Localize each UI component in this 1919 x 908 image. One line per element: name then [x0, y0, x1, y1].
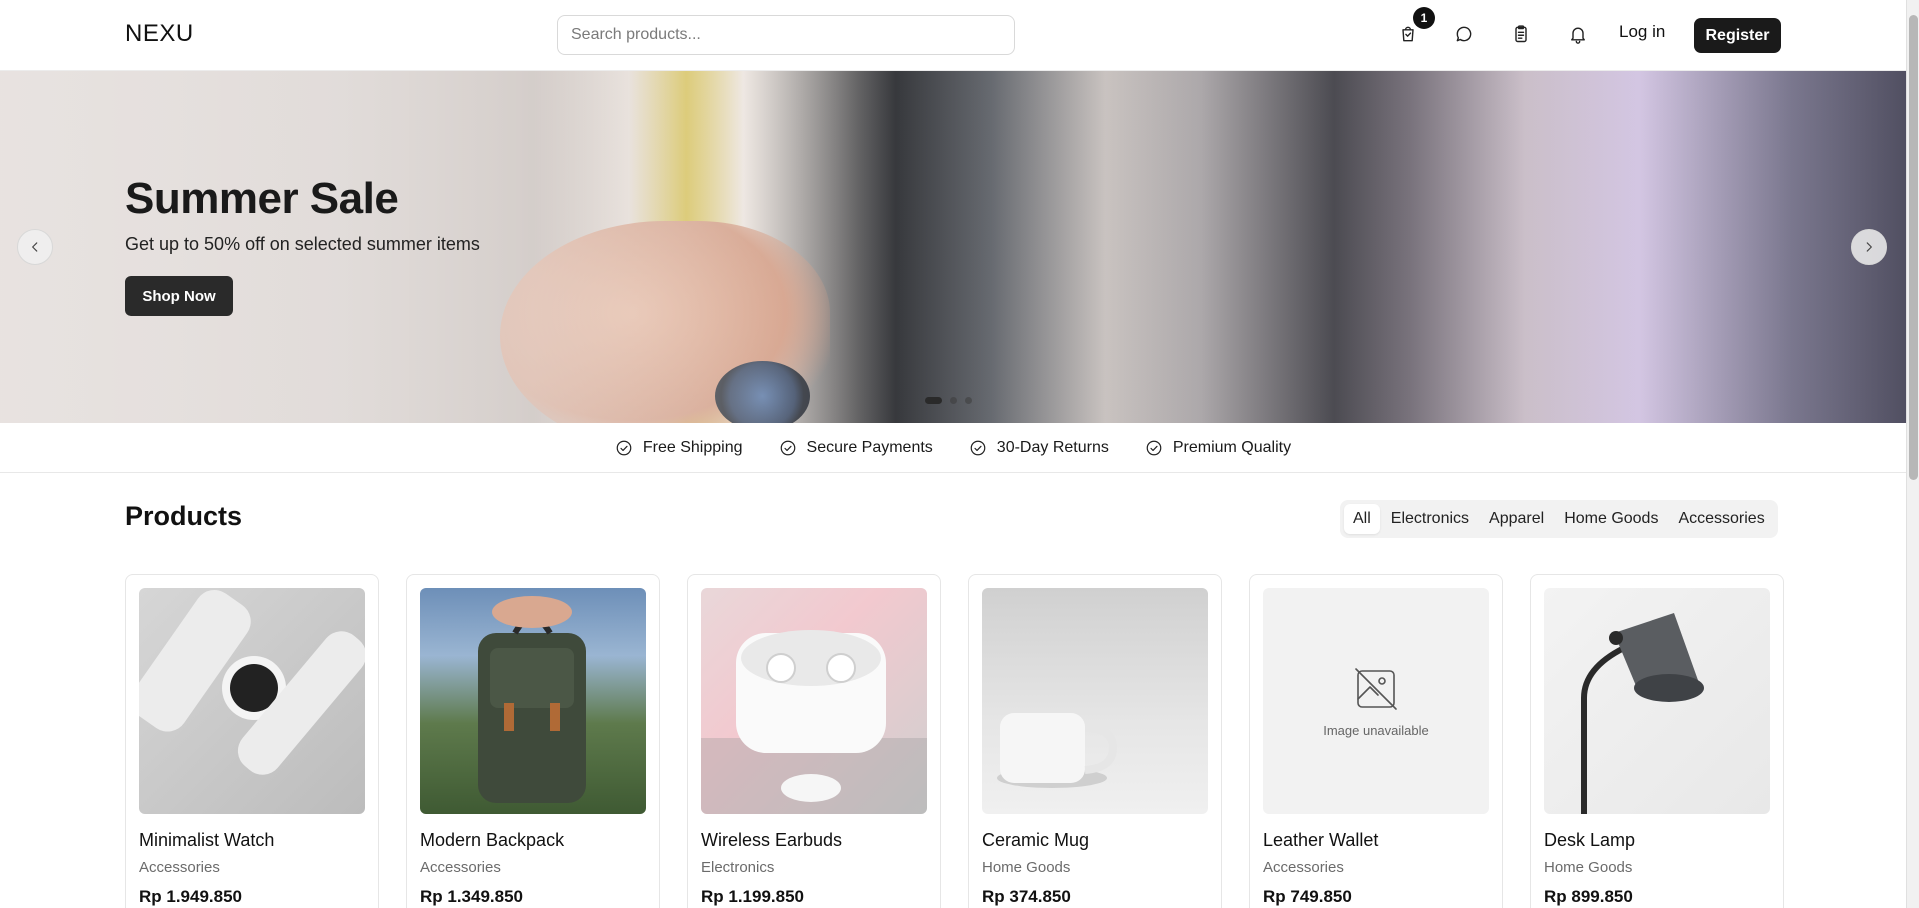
product-card[interactable]: Desk Lamp Home Goods Rp 899.850: [1530, 574, 1784, 908]
product-category: Home Goods: [1544, 859, 1633, 876]
product-category: Electronics: [701, 859, 775, 876]
check-circle-icon: [780, 440, 795, 455]
feature-label: Free Shipping: [642, 438, 743, 456]
feature-label: Premium Quality: [1172, 438, 1292, 456]
check-circle-icon: [1146, 440, 1162, 455]
watch-image: [139, 589, 365, 775]
product-name[interactable]: Ceramic Mug: [982, 830, 1089, 851]
filter-tab-accessories[interactable]: Accessories: [1669, 504, 1773, 534]
product-price: Rp 1.199.850: [701, 887, 805, 906]
carousel-dot-3[interactable]: [965, 397, 972, 404]
product-category: Accessories: [139, 859, 220, 876]
hero-title: Summer Sale: [125, 174, 399, 223]
product-card[interactable]: Wireless Earbuds Electronics Rp 1.199.85…: [687, 574, 941, 908]
brand-logo[interactable]: NEXU: [125, 20, 194, 48]
chat-icon[interactable]: [1452, 22, 1476, 46]
check-circle-icon: [616, 440, 632, 455]
feature-label: Secure Payments: [806, 438, 933, 456]
filter-tab-electronics[interactable]: Electronics: [1382, 504, 1478, 534]
products-heading: Products: [125, 501, 243, 531]
product-name[interactable]: Desk Lamp: [1544, 830, 1635, 851]
product-price: Rp 749.850: [1263, 887, 1352, 906]
carousel-dot-1[interactable]: [925, 397, 942, 404]
register-button[interactable]: Register: [1694, 18, 1781, 53]
carousel-indicators: [925, 397, 972, 404]
product-image[interactable]: [1544, 588, 1770, 814]
shop-now-button[interactable]: Shop Now: [125, 276, 233, 316]
chevron-right-icon: [1866, 242, 1872, 252]
product-grid: Minimalist Watch Accessories Rp 1.949.85…: [125, 574, 1784, 908]
product-category: Accessories: [1263, 859, 1344, 876]
category-filter-tabs: All Electronics Apparel Home Goods Acces…: [1340, 500, 1778, 538]
product-category: Home Goods: [982, 859, 1071, 876]
feature-label: 30-Day Returns: [996, 438, 1109, 456]
bell-icon[interactable]: [1566, 22, 1590, 46]
product-name[interactable]: Minimalist Watch: [139, 830, 274, 851]
feature-30-day-returns: 30-Day Returns: [969, 439, 1109, 457]
backpack-image: [478, 596, 586, 803]
search-input[interactable]: [557, 15, 1015, 55]
product-card[interactable]: Minimalist Watch Accessories Rp 1.949.85…: [125, 574, 379, 908]
hero-subtitle: Get up to 50% off on selected summer ite…: [125, 234, 480, 254]
earbuds-image: [701, 630, 927, 814]
login-link[interactable]: Log in: [1619, 22, 1665, 42]
features-bar: Free Shipping Secure Payments 30-Day Ret…: [0, 423, 1906, 473]
chevron-left-icon: [32, 242, 38, 252]
product-name[interactable]: Wireless Earbuds: [701, 830, 842, 851]
lamp-image: [1581, 613, 1704, 814]
product-price: Rp 1.349.850: [420, 887, 524, 906]
filter-tab-home-goods[interactable]: Home Goods: [1555, 504, 1667, 534]
check-circle-icon: [970, 440, 986, 455]
product-image[interactable]: [420, 588, 646, 814]
product-image[interactable]: [701, 588, 927, 814]
product-price: Rp 1.949.850: [139, 887, 243, 906]
site-header: NEXU 1 Log in Register: [0, 0, 1906, 71]
image-unavailable-text: Image unavailable: [1323, 722, 1429, 738]
product-name[interactable]: Leather Wallet: [1263, 830, 1378, 851]
product-image[interactable]: [982, 588, 1208, 814]
feature-premium-quality: Premium Quality: [1145, 439, 1291, 457]
carousel-dot-2[interactable]: [950, 397, 957, 404]
product-card[interactable]: Modern Backpack Accessories Rp 1.349.850: [406, 574, 660, 908]
carousel-prev-button[interactable]: [17, 229, 53, 265]
product-card[interactable]: Image unavailable Leather Wallet Accesso…: [1249, 574, 1503, 908]
product-price: Rp 374.850: [982, 887, 1071, 906]
cart-count-badge: 1: [1413, 7, 1435, 29]
image-unavailable-placeholder: Image unavailable: [1263, 588, 1489, 814]
filter-tab-all[interactable]: All: [1344, 504, 1380, 534]
feature-free-shipping: Free Shipping: [615, 439, 743, 457]
scrollbar-thumb[interactable]: [1909, 15, 1918, 480]
clipboard-icon[interactable]: [1509, 22, 1533, 46]
page-scrollbar[interactable]: [1906, 0, 1919, 908]
product-image[interactable]: [139, 588, 365, 814]
product-card[interactable]: Ceramic Mug Home Goods Rp 374.850: [968, 574, 1222, 908]
product-price: Rp 899.850: [1544, 887, 1633, 906]
image-off-icon: [1355, 667, 1397, 710]
mug-image: [997, 713, 1118, 788]
product-category: Accessories: [420, 859, 501, 876]
filter-tab-apparel[interactable]: Apparel: [1480, 504, 1553, 534]
carousel-next-button[interactable]: [1851, 229, 1887, 265]
hero-banner: Summer Sale Get up to 50% off on selecte…: [0, 71, 1906, 423]
product-name[interactable]: Modern Backpack: [420, 830, 564, 851]
product-image[interactable]: Image unavailable: [1263, 588, 1489, 814]
feature-secure-payments: Secure Payments: [779, 439, 933, 457]
